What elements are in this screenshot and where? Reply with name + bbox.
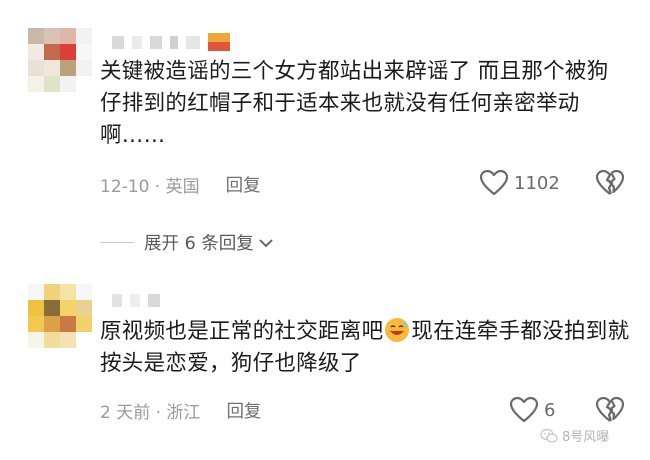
- divider-line: [100, 242, 134, 243]
- comment-date-location: 2 天前 · 浙江: [100, 403, 201, 423]
- avatar[interactable]: [28, 284, 92, 348]
- avatar[interactable]: [28, 28, 92, 92]
- like-count: 1102: [514, 172, 560, 194]
- comment-text: 关键被造谣的三个女方都站出来辟谣了 而且那个被狗仔排到的红帽子和于适本来也就没有…: [100, 59, 609, 148]
- comment-meta: 12-10 · 英国 回复: [100, 172, 261, 197]
- heart-outline-icon: [510, 397, 538, 423]
- broken-heart-icon: [595, 169, 625, 195]
- like-button[interactable]: 1102: [480, 170, 560, 196]
- watermark: 8号风曝: [540, 426, 609, 445]
- comment-text: 原视频也是正常的社交距离吧 现在连牵手都没拍到就按头是恋爱，狗仔也降级了: [100, 316, 630, 380]
- like-button[interactable]: 6: [510, 397, 555, 423]
- broken-heart-icon: [595, 396, 625, 422]
- reply-button[interactable]: 回复: [226, 172, 261, 197]
- grinning-sweat-emoji: [385, 318, 410, 342]
- comment-date-location: 12-10 · 英国: [100, 177, 200, 197]
- username-placeholder[interactable]: [112, 33, 230, 51]
- dislike-button[interactable]: [595, 169, 625, 200]
- expand-replies-button[interactable]: 展开 6 条回复: [100, 230, 274, 255]
- chevron-down-icon: [259, 238, 273, 247]
- reply-button[interactable]: 回复: [226, 398, 261, 423]
- heart-outline-icon: [480, 170, 508, 196]
- watermark-text: 8号风曝: [562, 430, 610, 445]
- wechat-icon: [540, 428, 558, 443]
- like-count: 6: [544, 399, 556, 421]
- username-placeholder[interactable]: [112, 292, 160, 308]
- comment-meta: 2 天前 · 浙江 回复: [100, 398, 261, 423]
- comment-text-part: 原视频也是正常的社交距离吧: [100, 319, 384, 344]
- dislike-button[interactable]: [595, 396, 625, 427]
- expand-replies-label: 展开 6 条回复: [144, 234, 254, 254]
